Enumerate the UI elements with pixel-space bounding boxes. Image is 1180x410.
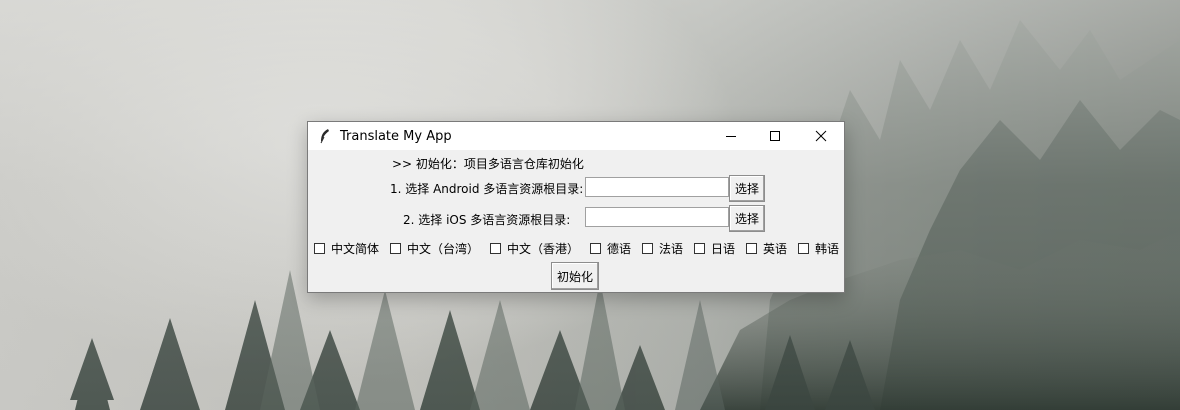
checkbox-korean[interactable]: 韩语 bbox=[798, 240, 839, 257]
checkbox-box[interactable] bbox=[798, 243, 809, 254]
window-content: >> 初始化：项目多语言仓库初始化 1. 选择 Android 多语言资源根目录… bbox=[308, 150, 844, 292]
window-title: Translate My App bbox=[340, 128, 452, 144]
checkbox-box[interactable] bbox=[694, 243, 705, 254]
checkbox-zh-tw[interactable]: 中文（台湾） bbox=[390, 240, 479, 257]
checkbox-french[interactable]: 法语 bbox=[642, 240, 683, 257]
checkbox-label: 德语 bbox=[607, 242, 632, 256]
maximize-button[interactable] bbox=[752, 122, 798, 150]
title-bar[interactable]: Translate My App bbox=[308, 122, 844, 150]
checkbox-label: 英语 bbox=[763, 242, 788, 256]
checkbox-box[interactable] bbox=[390, 243, 401, 254]
checkbox-label: 中文简体 bbox=[331, 242, 380, 256]
android-dir-input[interactable] bbox=[585, 177, 729, 197]
maximize-icon bbox=[770, 131, 780, 141]
checkbox-label: 中文（台湾） bbox=[407, 242, 480, 256]
ios-dir-input[interactable] bbox=[585, 207, 729, 227]
section-heading: >> 初始化：项目多语言仓库初始化 bbox=[392, 157, 584, 171]
checkbox-box[interactable] bbox=[490, 243, 501, 254]
ios-choose-button[interactable]: 选择 bbox=[729, 205, 765, 232]
checkbox-english[interactable]: 英语 bbox=[746, 240, 787, 257]
ios-dir-label: 2. 选择 iOS 多语言资源根目录: bbox=[403, 213, 571, 227]
desktop-background: Translate My App >> 初始化：项目多语言仓库初始化 1. 选择… bbox=[0, 0, 1180, 410]
checkbox-label: 中文（香港） bbox=[507, 242, 580, 256]
checkbox-box[interactable] bbox=[746, 243, 757, 254]
checkbox-label: 法语 bbox=[659, 242, 684, 256]
checkbox-box[interactable] bbox=[314, 243, 325, 254]
checkbox-german[interactable]: 德语 bbox=[590, 240, 631, 257]
android-choose-button[interactable]: 选择 bbox=[729, 175, 765, 202]
feather-icon bbox=[320, 129, 329, 144]
initialize-button[interactable]: 初始化 bbox=[551, 262, 599, 290]
android-dir-label: 1. 选择 Android 多语言资源根目录: bbox=[390, 182, 584, 196]
checkbox-zh-hans[interactable]: 中文简体 bbox=[314, 240, 379, 257]
close-button[interactable] bbox=[798, 122, 844, 150]
app-window: Translate My App >> 初始化：项目多语言仓库初始化 1. 选择… bbox=[307, 121, 845, 293]
checkbox-box[interactable] bbox=[642, 243, 653, 254]
checkbox-japanese[interactable]: 日语 bbox=[694, 240, 735, 257]
close-icon bbox=[815, 130, 827, 142]
checkbox-box[interactable] bbox=[590, 243, 601, 254]
checkbox-zh-hk[interactable]: 中文（香港） bbox=[490, 240, 579, 257]
checkbox-label: 韩语 bbox=[815, 242, 840, 256]
minimize-icon bbox=[726, 136, 736, 137]
minimize-button[interactable] bbox=[708, 122, 754, 150]
checkbox-label: 日语 bbox=[711, 242, 736, 256]
